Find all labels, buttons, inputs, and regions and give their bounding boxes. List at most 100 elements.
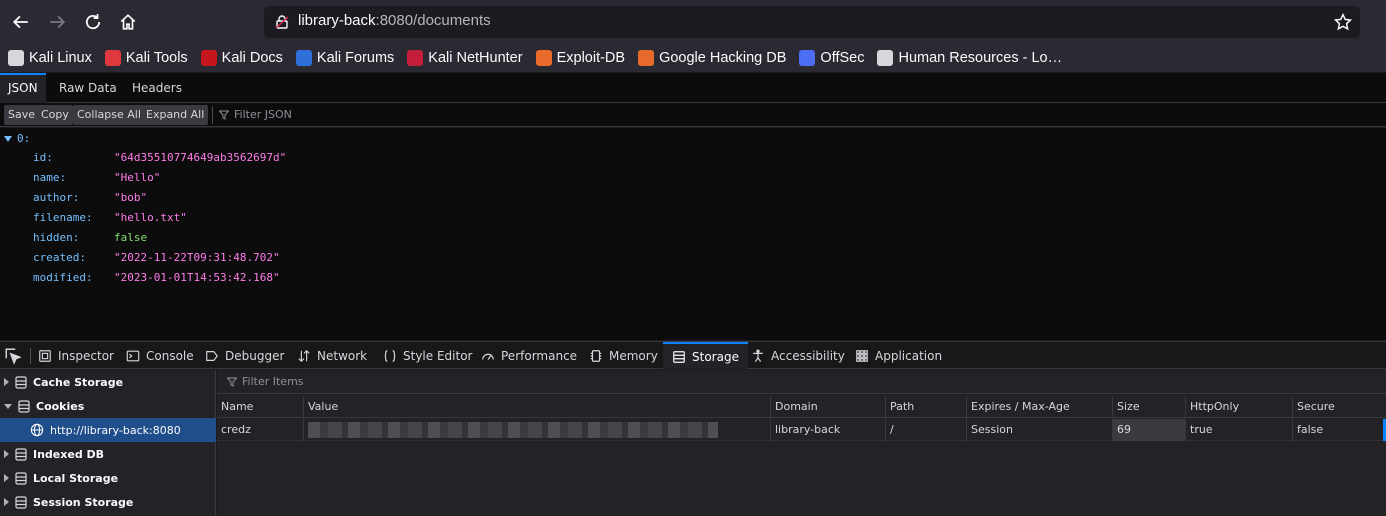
- cookie-table-header: Name Value Domain Path Expires / Max-Age Size…: [217, 396, 1386, 418]
- bookmark-star-icon[interactable]: [1334, 13, 1352, 31]
- bookmark-item[interactable]: Kali Linux: [8, 50, 92, 66]
- column-header-secure[interactable]: Secure: [1292, 396, 1382, 418]
- storage-db-icon: [15, 375, 27, 389]
- table-row[interactable]: credz library-back / Session 69 true fal…: [217, 419, 1386, 441]
- console-icon: [126, 350, 140, 361]
- browser-toolbar: library-back:8080/documents: [0, 0, 1386, 44]
- bookmark-favicon-icon: [295, 50, 312, 66]
- bookmark-item[interactable]: Kali Docs: [200, 50, 283, 66]
- column-header-value[interactable]: Value: [303, 396, 770, 418]
- chevron-right-icon[interactable]: [4, 498, 9, 506]
- column-header-domain[interactable]: Domain: [770, 396, 885, 418]
- filter-items-input[interactable]: Filter Items: [217, 370, 1386, 394]
- bookmark-label: Kali Docs: [221, 50, 283, 66]
- network-icon: [298, 349, 310, 362]
- bookmark-item[interactable]: Kali NetHunter: [407, 50, 523, 66]
- devtools-tab-label: Console: [146, 348, 194, 363]
- json-row[interactable]: modified: "2023-01-01T14:53:42.168": [33, 268, 433, 288]
- storage-tree-item[interactable]: Local Storage: [0, 466, 216, 490]
- memory-icon: [590, 349, 602, 362]
- collapse-all-button[interactable]: Collapse All: [73, 105, 145, 125]
- forward-button[interactable]: [44, 9, 70, 35]
- column-header-path[interactable]: Path: [885, 396, 966, 418]
- performance-icon: [482, 353, 494, 360]
- cookie-value-cell[interactable]: [303, 419, 770, 441]
- expand-all-button[interactable]: Expand All: [142, 105, 209, 125]
- bookmark-item[interactable]: Human Resources - Lo…: [877, 50, 1062, 66]
- column-header-expires-max-age[interactable]: Expires / Max-Age: [966, 396, 1112, 418]
- cookie-path-cell[interactable]: /: [885, 419, 966, 441]
- column-header-httponly[interactable]: HttpOnly: [1185, 396, 1292, 418]
- json-root-node[interactable]: 0:: [4, 132, 30, 145]
- storage-tree-item[interactable]: http://library-back:8080: [0, 418, 216, 442]
- bookmark-item[interactable]: Kali Tools: [104, 50, 188, 66]
- cookie-expires-cell[interactable]: Session: [966, 419, 1112, 441]
- devtools-tab-network[interactable]: Network: [297, 342, 367, 369]
- devtools-tab-storage[interactable]: Storage: [663, 342, 748, 369]
- copy-button[interactable]: Copy: [37, 105, 73, 125]
- devtools-tab-console[interactable]: Console: [126, 342, 194, 369]
- bookmark-label: Exploit-DB: [556, 50, 626, 66]
- json-row[interactable]: id: "64d35510774649ab3562697d": [33, 148, 433, 168]
- cookie-httponly-cell[interactable]: true: [1185, 419, 1292, 441]
- column-header-size[interactable]: Size: [1112, 396, 1185, 418]
- insecure-lock-icon: [275, 15, 289, 29]
- bookmark-favicon-icon: [877, 50, 894, 66]
- devtools-tab-accessibility[interactable]: Accessibility: [751, 342, 845, 369]
- storage-tree-item[interactable]: Cookies: [0, 394, 216, 418]
- accessibility-icon: [753, 348, 763, 362]
- cookie-size-cell[interactable]: 69: [1112, 419, 1185, 441]
- chevron-right-icon[interactable]: [4, 474, 9, 482]
- bookmark-item[interactable]: Exploit-DB: [535, 50, 626, 66]
- bookmarks-toolbar: Kali Linux Kali Tools Kali Docs Kali Forums…: [0, 44, 1386, 72]
- filter-json-input[interactable]: Filter JSON: [212, 106, 292, 124]
- bookmark-favicon-icon: [535, 50, 552, 66]
- json-value: "bob": [114, 191, 148, 204]
- home-button[interactable]: [115, 9, 141, 35]
- cookie-domain-cell[interactable]: library-back: [770, 419, 885, 441]
- column-header-name[interactable]: Name: [217, 396, 303, 418]
- url-bar[interactable]: library-back:8080/documents: [264, 6, 1360, 38]
- json-row[interactable]: hidden: false: [33, 228, 433, 248]
- reload-button[interactable]: [80, 9, 106, 35]
- tab-headers[interactable]: Headers: [124, 73, 190, 103]
- element-picker-icon[interactable]: [4, 347, 22, 365]
- json-row[interactable]: name: "Hello": [33, 168, 433, 188]
- storage-tree-item[interactable]: Indexed DB: [0, 442, 216, 466]
- devtools-tab-debugger[interactable]: Debugger: [205, 342, 284, 369]
- devtools-tab-label: Accessibility: [771, 348, 845, 363]
- devtools-tab-memory[interactable]: Memory: [589, 342, 658, 369]
- bookmark-item[interactable]: Kali Forums: [295, 50, 394, 66]
- devtools-tab-application[interactable]: Application: [855, 342, 942, 369]
- json-value: "2023-01-01T14:53:42.168": [114, 271, 280, 284]
- bookmark-label: OffSec: [820, 50, 865, 66]
- json-row[interactable]: created: "2022-11-22T09:31:48.702": [33, 248, 433, 268]
- json-row[interactable]: author: "bob": [33, 188, 433, 208]
- devtools-tab-label: Network: [317, 348, 368, 363]
- cookie-name-cell[interactable]: credz: [217, 419, 303, 441]
- storage-tree-item[interactable]: Session Storage: [0, 490, 216, 514]
- chevron-down-icon[interactable]: [4, 403, 12, 409]
- storage-icon: [673, 350, 685, 363]
- cookie-secure-cell[interactable]: false: [1292, 419, 1382, 441]
- chevron-right-icon[interactable]: [4, 378, 9, 386]
- chevron-right-icon[interactable]: [4, 450, 9, 458]
- url-path: :8080/documents: [375, 12, 491, 29]
- devtools-tab-inspector[interactable]: Inspector: [38, 342, 114, 369]
- json-row[interactable]: filename: "hello.txt": [33, 208, 433, 228]
- devtools-tab-label: Performance: [501, 348, 578, 363]
- storage-tree-item[interactable]: Cache Storage: [0, 370, 216, 394]
- json-value: "hello.txt": [114, 211, 187, 224]
- devtools-tab-performance[interactable]: Performance: [481, 342, 577, 369]
- tab-json[interactable]: JSON: [0, 73, 46, 103]
- bookmark-label: Google Hacking DB: [659, 50, 787, 66]
- devtools-tab-label: Memory: [609, 348, 658, 363]
- bookmark-favicon-icon: [407, 50, 424, 66]
- bookmark-item[interactable]: Google Hacking DB: [638, 50, 786, 66]
- save-button[interactable]: Save: [4, 105, 40, 125]
- devtools-tab-style-editor[interactable]: Style Editor: [383, 342, 472, 369]
- globe-icon: [30, 423, 44, 437]
- bookmark-item[interactable]: OffSec: [799, 50, 864, 66]
- back-button[interactable]: [8, 9, 34, 35]
- tab-raw-data[interactable]: Raw Data: [51, 73, 125, 103]
